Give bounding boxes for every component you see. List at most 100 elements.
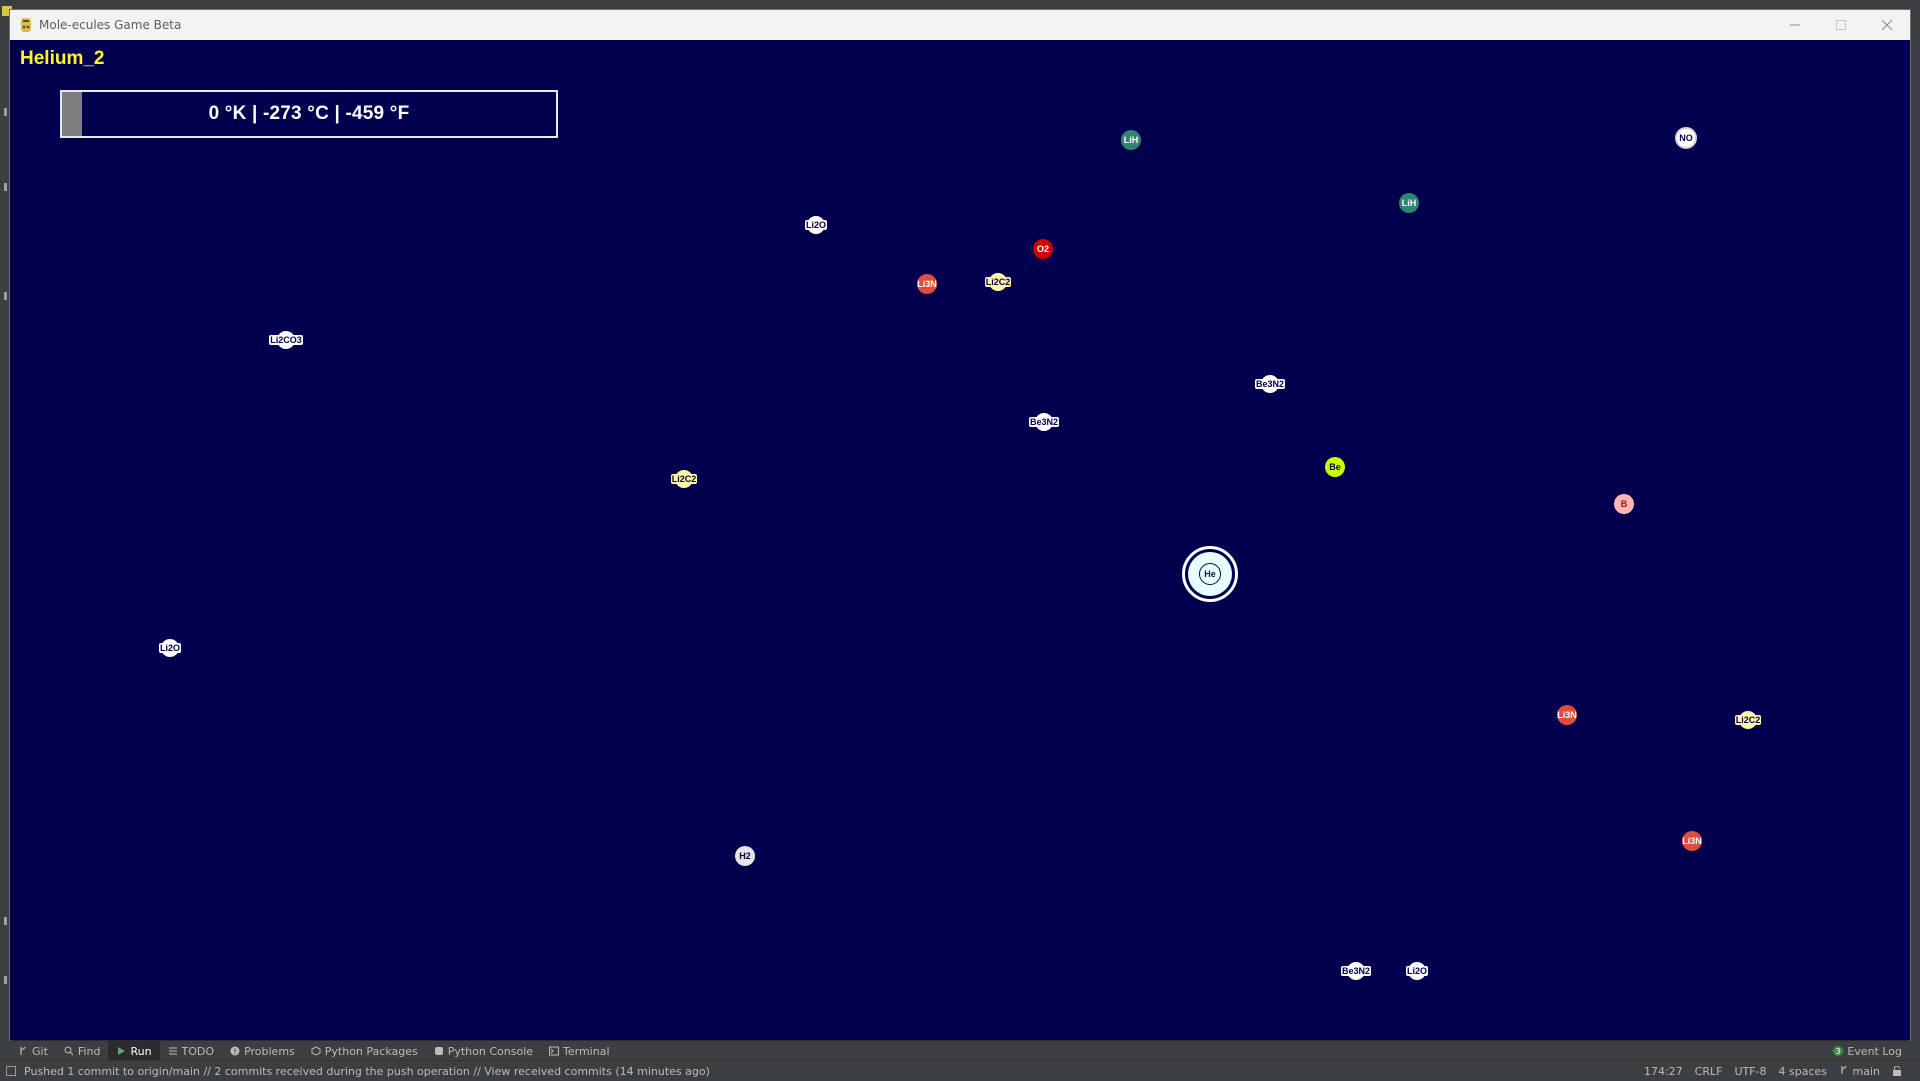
file-encoding[interactable]: UTF-8 [1734,1065,1766,1078]
molecule-li3n[interactable]: Li3N [1682,831,1702,851]
tool-window-python-packages[interactable]: Python Packages [303,1041,426,1061]
molecule-li3n[interactable]: Li3N [917,274,937,294]
tool-window-python-console[interactable]: Python Console [426,1041,541,1061]
molecule-label: Li3N [1682,836,1702,846]
tool-window-label: Python Console [447,1044,534,1058]
molecule-label: Li3N [917,279,937,289]
status-bar: Pushed 1 commit to origin/main // 2 comm… [0,1060,1920,1081]
window-title: Mole-ecules Game Beta [39,18,182,32]
event-log-button[interactable]: 3 Event Log [1825,1041,1910,1061]
window-titlebar[interactable]: Mole-ecules Game Beta [10,10,1910,41]
molecule-lih[interactable]: LiH [1399,193,1419,213]
ide-top-edge [0,0,1920,10]
todo-list-icon [168,1047,177,1055]
molecule-be[interactable]: Be [1325,457,1345,477]
status-info: 174:27 CRLF UTF-8 4 spaces main [1644,1065,1920,1078]
player-label: He [1199,563,1221,585]
molecule-li2o[interactable]: Li2O [159,639,182,657]
ide-right-edge [1910,0,1920,1080]
molecule-label: Li2C2 [670,474,698,484]
tool-window-label: Problems [244,1044,295,1058]
minimize-icon [1790,24,1800,26]
molecule-li2c2[interactable]: Li2C2 [1734,711,1762,729]
game-canvas[interactable]: Helium_2 0 °K | -273 °C | -459 °F He LiH… [10,40,1910,1040]
tool-window-find[interactable]: Find [56,1041,109,1061]
level-title: Helium_2 [20,48,105,69]
molecule-label: Be [1329,462,1341,472]
molecule-li2co3[interactable]: Li2CO3 [269,331,303,349]
molecule-be3n2[interactable]: Be3N2 [1341,962,1372,980]
tool-window-terminal[interactable]: Terminal [541,1041,618,1061]
temperature-readout: 0 °K | -273 °C | -459 °F [208,103,410,124]
python-console-icon [434,1047,443,1055]
git-branch[interactable]: main [1839,1065,1880,1078]
gutter-mark [4,183,7,191]
gutter-mark [4,917,7,925]
status-message-area: Pushed 1 commit to origin/main // 2 comm… [0,1065,710,1078]
gutter-mark [4,976,7,984]
molecule-label: Li3N [1557,710,1577,720]
tool-window-problems[interactable]: Problems [222,1041,303,1061]
molecule-label: Li2C2 [1734,715,1762,725]
gutter-mark [4,292,7,300]
molecule-label: Li2C2 [984,277,1012,287]
cursor-position[interactable]: 174:27 [1644,1065,1683,1078]
molecule-li2o[interactable]: Li2O [1406,962,1429,980]
molecule-li3n[interactable]: Li3N [1557,705,1577,725]
molecule-li2c2[interactable]: Li2C2 [670,470,698,488]
tool-window-git[interactable]: Git [10,1041,56,1061]
lock-icon [1893,1066,1901,1076]
molecule-label: Li2CO3 [269,335,303,345]
molecule-label: Be3N2 [1029,417,1060,427]
status-message[interactable]: Pushed 1 commit to origin/main // 2 comm… [24,1065,710,1078]
git-branch-icon [1841,1065,1847,1074]
maximize-button[interactable] [1818,10,1864,40]
molecule-b[interactable]: B [1614,494,1634,514]
player-molecule[interactable]: He [1188,552,1232,596]
molecule-label: Be3N2 [1255,379,1286,389]
molecule-be3n2[interactable]: Be3N2 [1255,375,1286,393]
game-window: Mole-ecules Game Beta Helium_2 0 °K | -2… [10,10,1910,1040]
packages-icon [311,1046,321,1056]
temperature-meter: 0 °K | -273 °C | -459 °F [60,90,558,138]
tool-window-run[interactable]: Run [108,1041,160,1061]
molecule-label: Li2O [805,220,828,230]
molecule-label: O2 [1036,244,1049,254]
molecule-label: LiH [1401,198,1417,208]
run-icon [118,1047,126,1055]
tool-window-label: Terminal [563,1044,610,1058]
tool-window-label: TODO [181,1044,215,1058]
close-button[interactable] [1864,10,1910,40]
maximize-icon [1836,20,1846,30]
event-log-icon: 3 [1833,1046,1844,1056]
git-branch-name: main [1852,1064,1880,1078]
status-square-icon [6,1066,16,1076]
window-controls [1772,10,1910,40]
line-ending[interactable]: CRLF [1695,1065,1723,1078]
molecule-li2c2[interactable]: Li2C2 [984,273,1012,291]
molecule-li2o[interactable]: Li2O [805,216,828,234]
ide-left-edge [0,0,12,1080]
minimize-button[interactable] [1772,10,1818,40]
tool-window-label: Git [32,1044,48,1058]
molecule-label: NO [1679,133,1693,143]
molecule-no[interactable]: NO [1675,127,1697,149]
tool-window-bar: Git Find Run TODO Problems Python Packages Pyt… [10,1040,1910,1061]
tool-window-tabs: Git Find Run TODO Problems Python Packages Pyt… [10,1041,618,1061]
tool-window-label: Find [77,1044,101,1058]
molecule-label: Be3N2 [1341,966,1372,976]
tool-window-todo[interactable]: TODO [160,1041,223,1061]
molecule-be3n2[interactable]: Be3N2 [1029,413,1060,431]
molecule-label: Li2O [1406,966,1429,976]
molecule-label: B [1620,499,1628,509]
indent-setting[interactable]: 4 spaces [1779,1065,1828,1078]
terminal-icon [549,1046,560,1056]
molecule-o2[interactable]: O2 [1033,239,1053,259]
molecule-lih[interactable]: LiH [1121,130,1141,150]
event-log-count: 3 [1836,1047,1841,1056]
tool-window-label: Python Packages [324,1044,418,1058]
molecule-h2[interactable]: H2 [735,846,755,866]
molecule-label: LiH [1123,135,1139,145]
git-branch-icon [20,1046,26,1055]
search-icon [64,1046,74,1056]
